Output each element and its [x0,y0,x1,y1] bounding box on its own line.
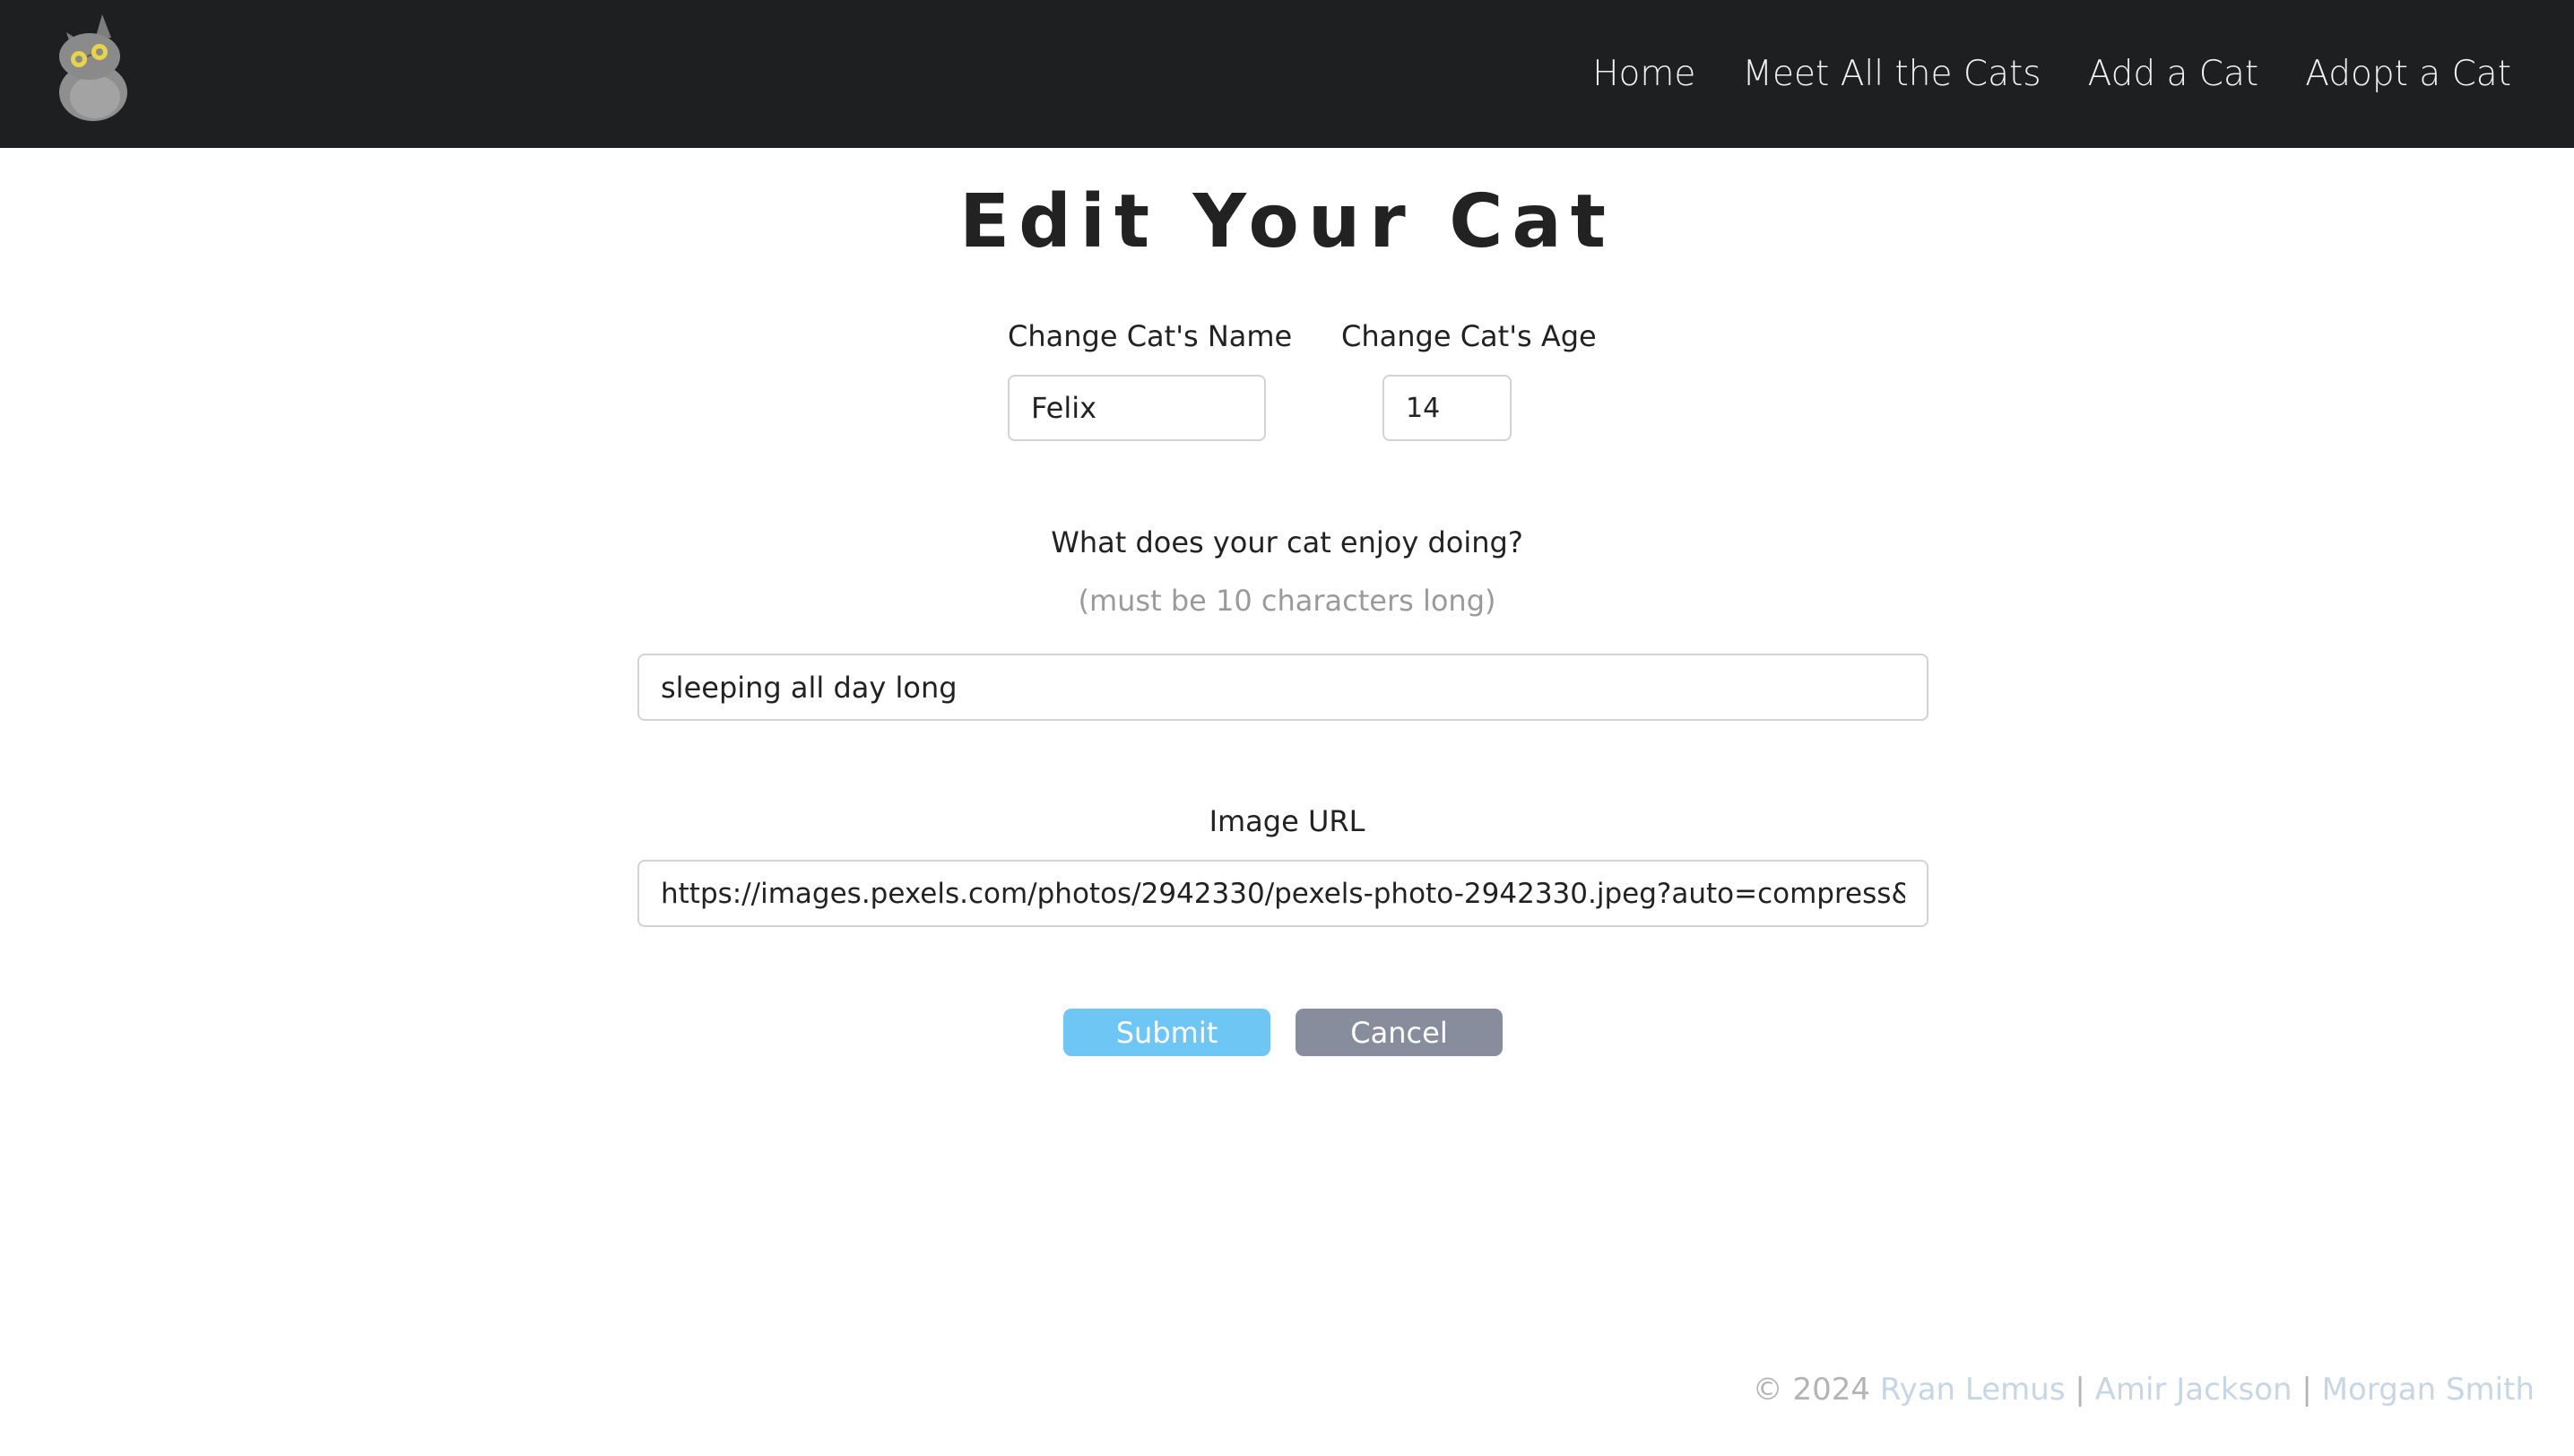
age-label: Change Cat's Age [1341,319,1597,353]
image-url-label: Image URL [1209,804,1365,838]
footer-separator: | [2075,1372,2085,1408]
nav-home-link[interactable]: Home [1592,54,1695,94]
footer: © 2024 Ryan Lemus | Amir Jackson | Morga… [1753,1372,2535,1408]
name-input[interactable] [1008,375,1266,441]
enjoy-hint: (must be 10 characters long) [1078,584,1496,618]
page-title: Edit Your Cat [959,179,1615,264]
footer-copyright: © 2024 [1752,1372,1871,1408]
nav-adopt-cat-link[interactable]: Adopt a Cat [2305,54,2511,94]
footer-author-link[interactable]: Ryan Lemus [1880,1372,2066,1408]
age-input[interactable] [1382,375,1512,441]
nav-links: Home Meet All the Cats Add a Cat Adopt a… [1592,0,2511,148]
enjoy-label: What does your cat enjoy doing? [1051,525,1523,559]
nav-meet-cats-link[interactable]: Meet All the Cats [1742,54,2041,94]
image-url-input[interactable] [637,860,1928,927]
name-label: Change Cat's Name [1008,319,1293,353]
footer-separator: | [2301,1372,2312,1408]
footer-author-link[interactable]: Morgan Smith [2322,1372,2535,1408]
cancel-button[interactable]: Cancel [1296,1009,1503,1056]
enjoy-input[interactable] [637,654,1928,721]
footer-author-link[interactable]: Amir Jackson [2095,1372,2292,1408]
cat-logo-icon[interactable] [39,7,138,124]
submit-button[interactable]: Submit [1063,1009,1270,1056]
nav-add-cat-link[interactable]: Add a Cat [2088,54,2259,94]
navbar: Home Meet All the Cats Add a Cat Adopt a… [0,0,2574,148]
